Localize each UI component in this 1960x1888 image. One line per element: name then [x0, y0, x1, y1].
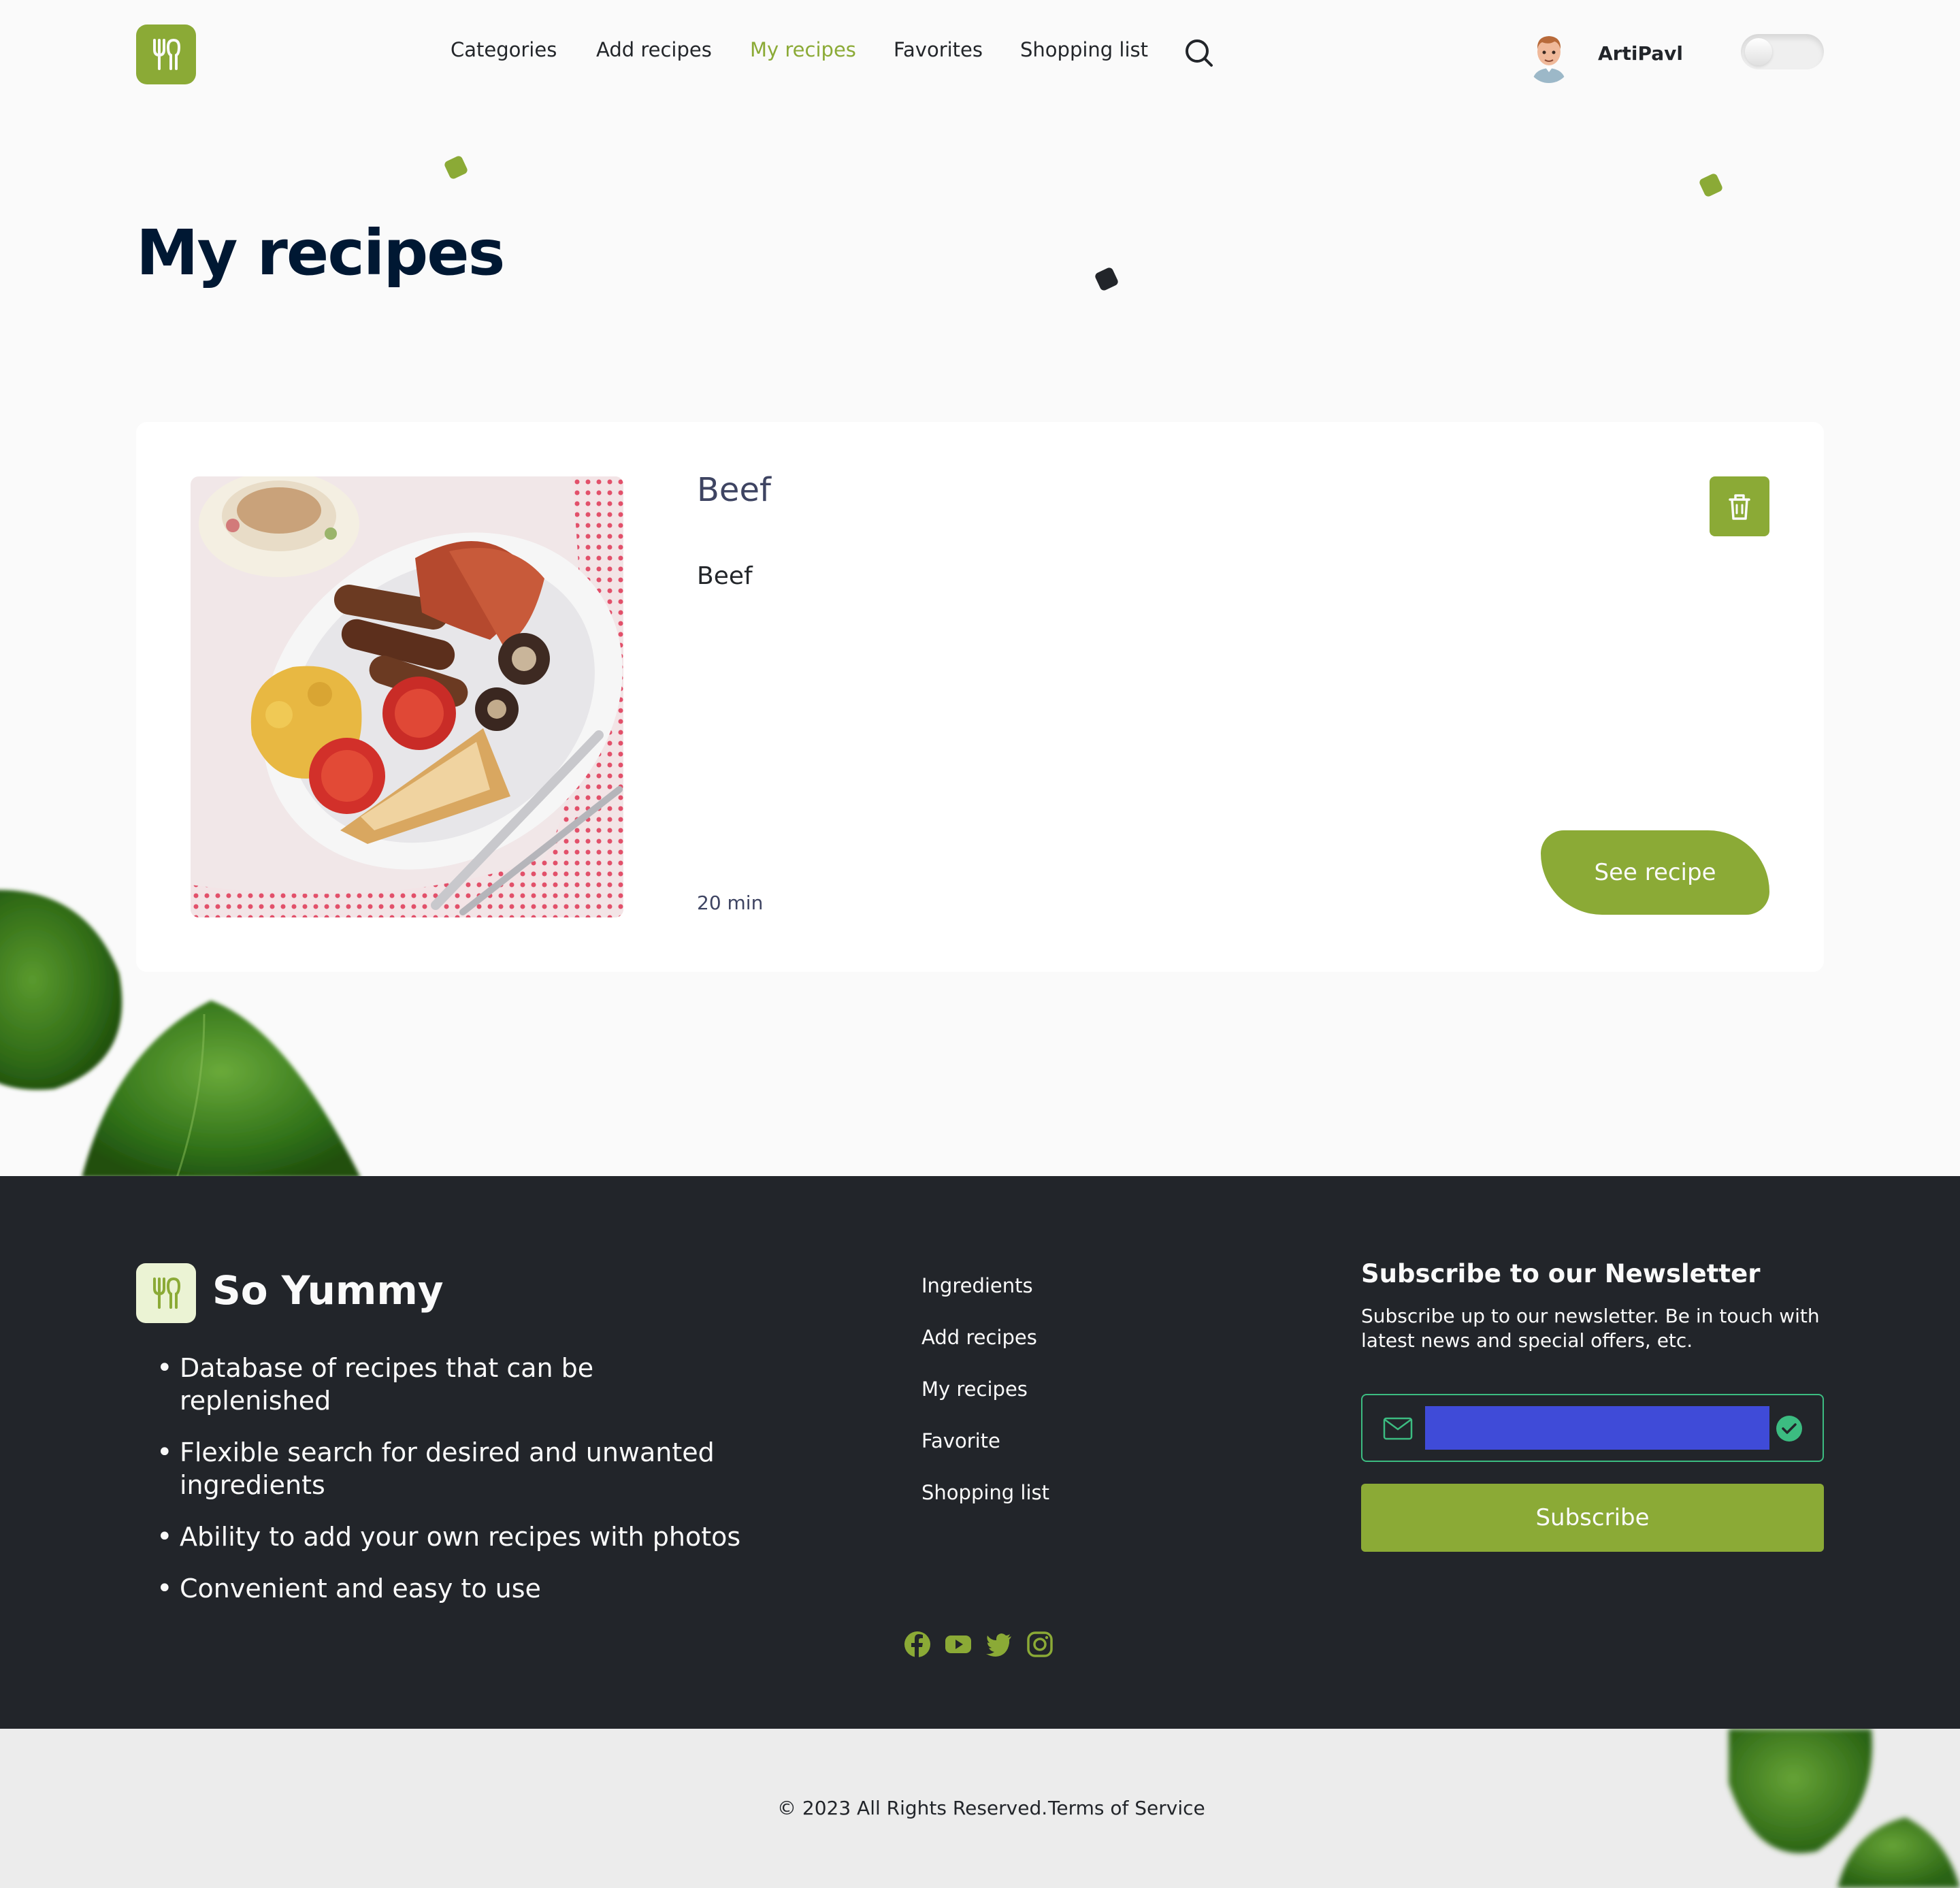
- newsletter-email-field: [1361, 1394, 1824, 1462]
- fork-knife-icon: [153, 1277, 181, 1309]
- feature-item: Flexible search for desired and unwanted…: [157, 1436, 742, 1501]
- trash-icon: [1729, 494, 1750, 520]
- footer-link-shopping-list[interactable]: Shopping list: [921, 1481, 1049, 1504]
- search-button[interactable]: [1184, 38, 1214, 68]
- newsletter-title: Subscribe to our Newsletter: [1361, 1259, 1761, 1288]
- app-logo[interactable]: [136, 25, 196, 84]
- feature-item: Convenient and easy to use: [157, 1572, 742, 1605]
- email-input[interactable]: [1425, 1406, 1769, 1450]
- spinach-leaf-decoration: [0, 890, 361, 1177]
- mail-icon: [1383, 1417, 1413, 1440]
- recipe-description: Beef: [697, 562, 753, 590]
- social-links: [904, 1631, 1054, 1658]
- terms-link[interactable]: Terms of Service: [1048, 1797, 1205, 1819]
- search-icon: [1186, 39, 1213, 67]
- decorative-shape: [443, 154, 469, 180]
- theme-toggle[interactable]: [1741, 34, 1824, 69]
- user-name[interactable]: ArtiPavl: [1598, 42, 1683, 65]
- brand-name: So Yummy: [212, 1267, 444, 1314]
- nav-my-recipes[interactable]: My recipes: [750, 38, 856, 61]
- copyright-bar: © 2023 All Rights Reserved. Terms of Ser…: [0, 1729, 1960, 1888]
- footer-link-favorite[interactable]: Favorite: [921, 1429, 1049, 1452]
- nav-categories[interactable]: Categories: [451, 38, 557, 61]
- see-recipe-button[interactable]: See recipe: [1541, 830, 1769, 915]
- copyright-text: © 2023 All Rights Reserved.: [777, 1797, 1048, 1819]
- check-circle-icon: [1776, 1416, 1802, 1442]
- instagram-icon[interactable]: [1026, 1631, 1054, 1658]
- nav-shopping-list[interactable]: Shopping list: [1020, 38, 1148, 61]
- toggle-knob: [1745, 38, 1772, 65]
- recipe-title: Beef: [697, 471, 771, 509]
- features-list: Database of recipes that can be replenis…: [157, 1352, 742, 1624]
- footer-nav: Ingredients Add recipes My recipes Favor…: [921, 1274, 1049, 1533]
- fork-knife-icon: [153, 38, 181, 70]
- recipe-photo[interactable]: [191, 476, 623, 917]
- recipe-time: 20 min: [697, 892, 764, 914]
- feature-item: Database of recipes that can be replenis…: [157, 1352, 742, 1417]
- recipe-card: Beef Beef 20 min See recipe: [136, 422, 1824, 972]
- facebook-icon[interactable]: [904, 1631, 931, 1658]
- footer-logo[interactable]: [136, 1263, 196, 1323]
- footer-link-add-recipes[interactable]: Add recipes: [921, 1326, 1049, 1349]
- spinach-leaf-decoration: [1729, 1729, 1960, 1888]
- subscribe-button[interactable]: Subscribe: [1361, 1484, 1824, 1552]
- decorative-shape: [1094, 266, 1120, 292]
- footer: So Yummy Database of recipes that can be…: [0, 1176, 1960, 1729]
- youtube-icon[interactable]: [945, 1631, 972, 1658]
- feature-item: Ability to add your own recipes with pho…: [157, 1520, 742, 1553]
- newsletter-text: Subscribe up to our newsletter. Be in to…: [1361, 1305, 1820, 1352]
- footer-link-ingredients[interactable]: Ingredients: [921, 1274, 1049, 1297]
- page-title: My recipes: [136, 216, 505, 289]
- delete-recipe-button[interactable]: [1710, 476, 1769, 536]
- user-avatar[interactable]: [1527, 30, 1571, 83]
- footer-link-my-recipes[interactable]: My recipes: [921, 1378, 1049, 1401]
- twitter-icon[interactable]: [985, 1631, 1013, 1658]
- nav-add-recipes[interactable]: Add recipes: [596, 38, 712, 61]
- nav-favorites[interactable]: Favorites: [894, 38, 983, 61]
- decorative-shape: [1698, 172, 1724, 198]
